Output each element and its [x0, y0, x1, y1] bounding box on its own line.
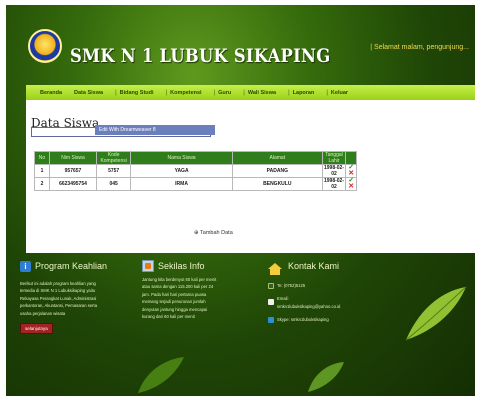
- nav-separator: |: [165, 89, 168, 96]
- cell-nama: IRMA: [130, 177, 233, 191]
- cell-tanggal: 1998-02-02: [321, 164, 347, 178]
- table-row: 1 957657 5757 YAGA PADANG 1998-02-02 ✓ ✕: [34, 164, 357, 178]
- cell-nama: YAGA: [130, 164, 233, 178]
- column-header-nama: Nama Siswa: [130, 151, 233, 165]
- nav-separator: |: [326, 89, 328, 96]
- program-text-line: usaha perjalanan wisata: [20, 310, 66, 316]
- selanjutnya-button[interactable]: selanjutnya: [20, 323, 53, 335]
- nav-separator: |: [213, 89, 216, 96]
- home-icon: [268, 263, 282, 275]
- section-title: Sekilas Info: [158, 261, 205, 271]
- contact-email[interactable]: smkn1lubuksikaping@yahoo.co.id: [277, 303, 340, 310]
- info-text-line: atau sama dengan 115.200 kali per 24: [142, 284, 214, 290]
- nav-separator: |: [115, 89, 117, 96]
- main-content: Data Siswa Edit With Dreamweaver 8 No Ni…: [26, 100, 475, 253]
- column-header-nim: Nim Siswa: [48, 151, 98, 165]
- program-text-line: Berikut ini adalah program keahlian yang: [20, 281, 96, 286]
- cell-actions: ✓ ✕: [345, 164, 357, 178]
- page-frame: SMK N 1 LUBUK SIKAPING | Selamat malam, …: [6, 5, 475, 396]
- cell-alamat: BENGKULU: [231, 177, 323, 191]
- program-keahlian-section: i Program Keahlian Berikut ini adalah pr…: [20, 258, 154, 335]
- program-text-line: Rekayasa Perangkat Lunak, Administrasi: [20, 295, 97, 301]
- info-icon: i: [20, 260, 31, 272]
- phone-icon: [268, 282, 274, 289]
- cell-kode: 045: [96, 177, 132, 191]
- section-title: Kontak Kami: [288, 261, 340, 271]
- contact-phone: Te: (0752)5125: [277, 283, 306, 288]
- contact-email-label: Email:: [277, 296, 289, 302]
- student-table: No Nim Siswa Kode Kompetensi Nama Siswa …: [34, 151, 357, 191]
- editable-region-label: Edit With Dreamweaver 8: [95, 125, 215, 135]
- site-header: SMK N 1 LUBUK SIKAPING | Selamat malam, …: [6, 5, 475, 80]
- info-text-line: Jantung kita berdenyut 60 kali per menit: [142, 277, 217, 282]
- nav-item-kompetensi[interactable]: Kompetensi: [170, 90, 201, 96]
- program-text-line: perkantoran, Akuntansi, Pemasaran serta: [20, 303, 98, 309]
- cell-no: 2: [34, 177, 50, 191]
- site-footer: i Program Keahlian Berikut ini adalah pr…: [6, 258, 475, 396]
- cell-kode: 5757: [96, 164, 132, 178]
- program-text-line: tersedia di SMK N 1 Lubuksikaping yaitu: [20, 288, 96, 294]
- sekilas-info-section: Sekilas Info Jantung kita berdenyut 60 k…: [142, 258, 252, 320]
- add-data-link[interactable]: ⊕ Tambah Data: [194, 230, 233, 236]
- cell-no: 1: [34, 164, 50, 178]
- column-header-action: [345, 151, 357, 165]
- school-name: SMK N 1 LUBUK SIKAPING: [70, 45, 331, 67]
- add-data-label: Tambah Data: [200, 230, 233, 236]
- nav-separator: |: [243, 89, 245, 96]
- skype-icon: [268, 316, 274, 323]
- column-header-kode: Kode Kompetensi: [96, 151, 132, 165]
- greeting-text: | Selamat malam, pengunjung...: [370, 44, 469, 51]
- nav-item-beranda[interactable]: Beranda: [40, 90, 62, 96]
- calculator-icon: [142, 260, 154, 272]
- kontak-kami-section: Kontak Kami Te: (0752)5125 Email: smkn1l…: [268, 258, 398, 324]
- delete-x-icon[interactable]: ✕: [348, 183, 354, 190]
- nav-item-guru[interactable]: Guru: [218, 90, 231, 96]
- nav-item-wali-siswa[interactable]: Wali Siswa: [248, 90, 276, 96]
- school-logo-icon: [28, 29, 62, 63]
- table-header-row: No Nim Siswa Kode Kompetensi Nama Siswa …: [34, 151, 357, 165]
- cell-nim: 6623495754: [48, 177, 98, 191]
- contact-skype[interactable]: Skype: smkn1lubuksikaping: [277, 316, 329, 323]
- main-nav: Beranda Data Siswa | Bidang Studi | Komp…: [26, 85, 475, 100]
- nav-item-bidang-studi[interactable]: Bidang Studi: [120, 90, 154, 96]
- column-header-no: No: [34, 151, 50, 165]
- section-title: Program Keahlian: [35, 261, 108, 271]
- cell-actions: ✓ ✕: [345, 177, 357, 191]
- cell-tanggal: 1998-02-02: [321, 177, 347, 191]
- cell-nim: 957657: [48, 164, 98, 178]
- info-text-line: kurang dari 60 kali per menit: [142, 314, 195, 320]
- nav-item-laporan[interactable]: Laporan: [293, 90, 315, 96]
- email-icon: [268, 299, 274, 306]
- info-text-line: jam. Pada hari hari pertama puasa: [142, 291, 207, 297]
- table-row: 2 6623495754 045 IRMA BENGKULU 1998-02-0…: [34, 177, 357, 191]
- nav-item-keluar[interactable]: Keluar: [331, 90, 348, 96]
- info-text-line: denyutan jantung hingga mencapai: [142, 306, 208, 312]
- nav-item-data-siswa[interactable]: Data Siswa: [74, 90, 103, 96]
- column-header-alamat: Alamat: [231, 151, 323, 165]
- cell-alamat: PADANG: [231, 164, 323, 178]
- nav-separator: |: [288, 89, 290, 96]
- info-text-line: memang terjadi penurunan jumlah: [142, 299, 206, 305]
- column-header-tanggal: Tanggal Lahir: [321, 151, 347, 165]
